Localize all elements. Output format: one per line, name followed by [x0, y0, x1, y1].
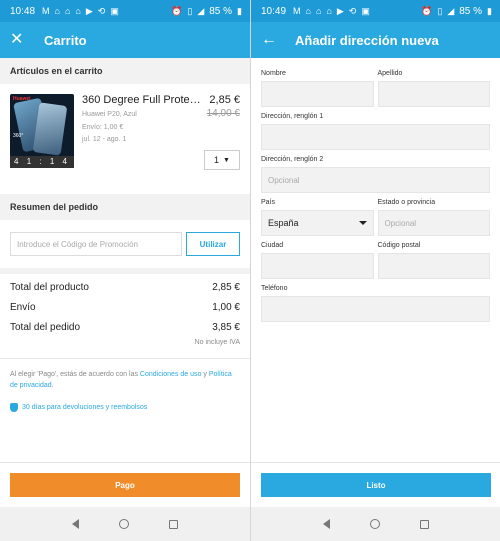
address-line1-field[interactable]: [261, 124, 490, 150]
terms-of-use-link[interactable]: Condiciones de uso: [140, 371, 202, 378]
vat-note: No incluye IVA: [194, 339, 240, 346]
address-form: Nombre Apellido Dirección, renglón 1 Dir…: [251, 58, 500, 328]
alarm-icon: ⏰: [421, 5, 433, 16]
apply-promo-button[interactable]: Utilizar: [186, 232, 240, 256]
chevron-down-icon: ▼: [223, 156, 230, 164]
status-time: 10:49: [261, 5, 287, 17]
product-total-value: 2,85 €: [212, 282, 240, 293]
zip-label: Código postal: [377, 242, 421, 249]
vibrate-icon: ▯: [437, 5, 443, 16]
notification-icon: ⌂: [326, 5, 332, 16]
address-header: ← Añadir dirección nueva: [251, 22, 500, 58]
status-time: 10:48: [10, 5, 36, 17]
zip-field[interactable]: [377, 253, 490, 279]
vibrate-icon: ▯: [187, 5, 193, 16]
page-title: Añadir dirección nueva: [295, 32, 439, 48]
item-old-price: 14,00 €: [206, 108, 240, 119]
close-icon[interactable]: ✕: [10, 32, 34, 48]
country-select[interactable]: España: [261, 210, 374, 236]
sync-icon: ⟲: [348, 5, 357, 16]
battery-level: 85 %: [209, 5, 233, 17]
system-nav-bar: [0, 507, 250, 541]
country-label: País: [261, 199, 276, 206]
gmail-icon: M: [293, 5, 301, 16]
youtube-icon: ▶: [85, 5, 93, 16]
phone-label: Teléfono: [261, 285, 288, 292]
city-label: Ciudad: [261, 242, 284, 249]
item-delivery: jul. 12 - ago. 1: [82, 136, 127, 143]
promo-row: Utilizar: [0, 220, 250, 268]
quantity-value: 1: [214, 155, 220, 165]
back-icon[interactable]: [72, 519, 79, 529]
notification-icon: ⌂: [54, 5, 60, 16]
address-line2-label: Dirección, renglón 2: [261, 156, 324, 163]
notification-icon: ⌂: [75, 5, 81, 16]
battery-icon: ▮: [237, 5, 242, 16]
done-button[interactable]: Listo: [261, 473, 491, 497]
promo-code-input[interactable]: [10, 232, 182, 256]
dropdown-arrow-icon: [358, 221, 367, 225]
notification-icon: ⌂: [305, 5, 311, 16]
image-icon: ▣: [110, 5, 119, 16]
product-image-text: 360°: [13, 133, 24, 139]
quantity-select[interactable]: 1 ▼: [204, 150, 240, 170]
state-field[interactable]: [377, 210, 490, 236]
recent-apps-icon[interactable]: [419, 519, 429, 529]
image-icon: ▣: [361, 5, 370, 16]
product-total-label: Total del producto: [10, 282, 89, 293]
shipping-label: Envío: [10, 302, 36, 313]
cart-items-header: Artículos en el carrito: [0, 58, 250, 84]
youtube-icon: ▶: [336, 5, 344, 16]
battery-icon: ▮: [487, 5, 492, 16]
last-name-field[interactable]: [377, 81, 490, 107]
address-line1-label: Dirección, renglón 1: [261, 113, 324, 120]
item-price: 2,85 €: [209, 94, 240, 106]
home-icon[interactable]: [369, 519, 380, 529]
cart-screen: 10:48 M ⌂ ⌂ ⌂ ▶ ⟲ ▣ ⏰ ▯ ◢ 85 % ▮ ✕ Carri…: [0, 0, 250, 541]
first-name-field[interactable]: [261, 81, 374, 107]
back-icon[interactable]: [322, 519, 330, 529]
order-total-value: 3,85 €: [212, 322, 240, 333]
signal-icon: ◢: [447, 5, 455, 16]
returns-text: 30 días para devoluciones y reembolsos: [22, 404, 148, 412]
phone-field[interactable]: [261, 296, 490, 322]
battery-level: 85 %: [459, 5, 483, 17]
status-bar: 10:48 M ⌂ ⌂ ⌂ ▶ ⟲ ▣ ⏰ ▯ ◢ 85 % ▮: [0, 0, 250, 22]
country-value: España: [268, 218, 299, 228]
state-label: Estado o provincia: [377, 199, 436, 206]
sync-icon: ⟲: [97, 5, 106, 16]
home-icon[interactable]: [119, 519, 129, 529]
cart-header: ✕ Carrito: [0, 22, 250, 58]
address-screen: 10:49 M ⌂ ⌂ ⌂ ▶ ⟲ ▣ ⏰ ▯ ◢ 85 % ▮ ← Añadi…: [250, 0, 500, 541]
notification-icon: ⌂: [64, 5, 71, 16]
order-total-label: Total del pedido: [10, 322, 81, 333]
shield-icon: [10, 403, 18, 413]
returns-policy[interactable]: 30 días para devoluciones y reembolsos: [0, 397, 250, 418]
recent-apps-icon[interactable]: [169, 519, 178, 529]
alarm-icon: ⏰: [171, 5, 183, 16]
last-name-label: Apellido: [377, 70, 403, 77]
status-bar: 10:49 M ⌂ ⌂ ⌂ ▶ ⟲ ▣ ⏰ ▯ ◢ 85 % ▮: [251, 0, 500, 22]
deal-timer: 4 1 : 1 4: [10, 156, 74, 168]
order-totals: Total del producto 2,85 € Envío 1,00 € T…: [0, 274, 250, 358]
city-field[interactable]: [261, 253, 374, 279]
item-variant: Huawei P20, Azul: [82, 111, 137, 118]
system-nav-bar: [251, 507, 500, 541]
address-line2-field[interactable]: [261, 167, 490, 193]
notification-icon: ⌂: [315, 5, 322, 16]
arrow-left-icon[interactable]: ←: [261, 32, 285, 48]
cart-item[interactable]: Huawei 360° 360 Degree Full Protec… 2,85…: [0, 84, 250, 202]
first-name-label: Nombre: [261, 70, 286, 77]
shipping-value: 1,00 €: [212, 302, 240, 313]
terms-text: Al elegir 'Pago', estás de acuerdo con l…: [10, 371, 232, 390]
item-name[interactable]: 360 Degree Full Protec…: [82, 94, 202, 106]
page-title: Carrito: [44, 32, 87, 48]
gmail-icon: M: [42, 5, 50, 16]
item-shipping: Envío: 1,00 €: [82, 124, 124, 131]
pay-button[interactable]: Pago: [10, 473, 240, 497]
signal-icon: ◢: [197, 5, 205, 16]
